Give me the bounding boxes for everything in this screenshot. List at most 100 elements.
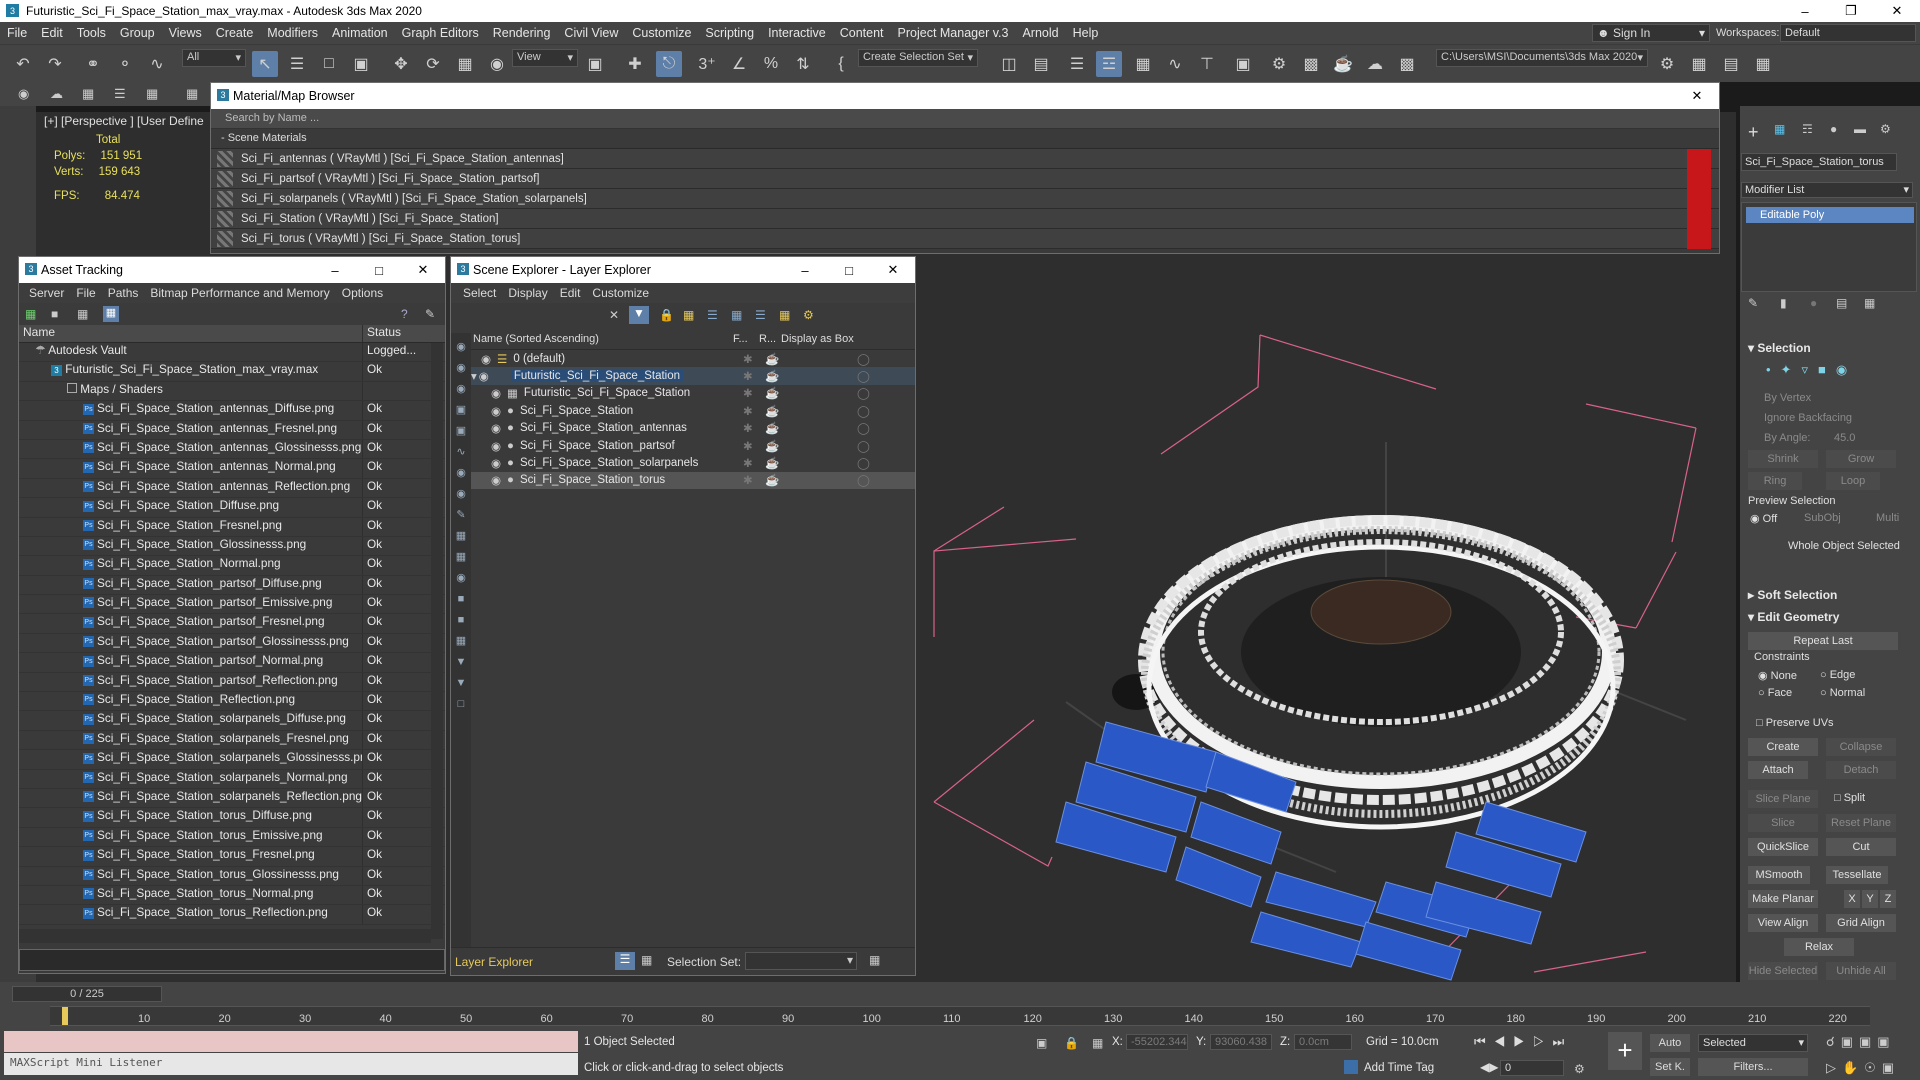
slice-button[interactable]: Slice [1748,814,1818,832]
table-view-icon[interactable]: ▦ [77,307,88,321]
material-row[interactable]: Sci_Fi_partsof ( VRayMtl ) [Sci_Fi_Space… [211,169,1719,189]
col-status-header[interactable]: Status [363,325,423,342]
eye-icon[interactable]: ◉ [491,404,501,418]
repeat-last-button[interactable]: Repeat Last [1748,632,1898,650]
configure-sets-icon[interactable]: ▦ [1864,296,1875,310]
pin-stack-icon[interactable]: ✎ [1748,296,1758,310]
project-settings-icon[interactable]: ▦ [1750,51,1776,77]
ribbon-icon[interactable]: ▦ [1130,51,1156,77]
time-tag-icon[interactable] [1344,1060,1358,1074]
make-planar-button[interactable]: Make Planar [1748,890,1818,908]
hierarchy-icon[interactable]: ▦ [731,308,742,322]
freeze-icon[interactable]: ✱ [743,421,753,435]
table-row[interactable]: 3 Futuristic_Sci_Fi_Space_Station_max_vr… [19,362,445,382]
remove-modifier-icon[interactable]: ▤ [1836,296,1847,310]
grid-icon[interactable]: ▦ [82,86,94,102]
table-row[interactable]: Ps Sci_Fi_Space_Station_partsof_Fresnel.p… [19,614,445,634]
edit-named-selection-icon[interactable]: { [828,51,854,77]
layer-row-main[interactable]: ▾ ◉ Futuristic_Sci_Fi_Space_Station ✱ ☕ … [471,367,915,385]
scene-menu-edit[interactable]: Edit [554,286,587,300]
table-row[interactable]: Ps Sci_Fi_Space_Station_antennas_Diffuse.… [19,401,445,421]
scene-explorer-icon[interactable]: ☲ [1096,51,1122,77]
project-set-icon[interactable]: ▦ [1686,51,1712,77]
eye-icon[interactable]: ◉ [491,456,501,470]
motion-tab-icon[interactable]: ● [1830,122,1837,136]
box-icon[interactable]: ◯ [857,404,870,418]
scene-close-button[interactable]: ✕ [871,257,915,283]
snap-3d-icon[interactable]: 3⁺ [694,51,720,77]
rendered-frame-icon[interactable]: ▩ [1298,51,1324,77]
angle-spinner[interactable]: 45.0 [1834,432,1855,444]
z-coordinate-field[interactable]: 0.0cm [1294,1034,1352,1050]
minimize-button[interactable]: – [1782,0,1828,22]
layer-stack-icon[interactable]: ☰ [755,308,766,322]
link-icon[interactable]: ⚭ [80,51,106,77]
detach-button[interactable]: Detach [1826,761,1896,779]
table-row[interactable]: Ps Sci_Fi_Space_Station_solarpanels_Fresn… [19,730,445,751]
table-row[interactable]: Ps Sci_Fi_Space_Station_Fresnel.png Ok [19,517,445,537]
layer-mode-icon[interactable]: ☰ [615,952,635,970]
material-search-input[interactable]: Search by Name ... [211,109,1719,129]
collapse-button[interactable]: Collapse [1826,738,1896,756]
col-display-box[interactable]: Display as Box [781,333,871,349]
viewport-nav-icons-2[interactable]: ▷✋☉▣ [1826,1060,1900,1076]
rect-selection-icon[interactable]: □ [316,51,342,77]
tree-view-icon[interactable]: ▦ [103,306,119,322]
y-coordinate-field[interactable]: 93060.438 [1210,1034,1272,1050]
material-editor-icon[interactable]: ▣ [1230,51,1256,77]
menu-modifiers[interactable]: Modifiers [260,26,325,40]
select-by-name-icon[interactable]: ☰ [284,51,310,77]
x-coordinate-field[interactable]: -55202.344 [1126,1034,1188,1050]
pivot-icon[interactable]: ▣ [582,51,608,77]
planar-y-button[interactable]: Y [1862,890,1878,908]
freeze-icon[interactable]: ✱ [743,352,753,366]
table-row[interactable]: Ps Sci_Fi_Space_Station_torus_Emissive.pn… [19,827,445,848]
material-row[interactable]: Sci_Fi_torus ( VRayMtl ) [Sci_Fi_Space_S… [211,229,1719,249]
modify-tab-icon[interactable]: ▦ [1774,122,1785,136]
reset-plane-button[interactable]: Reset Plane [1826,814,1896,832]
display-tab-icon[interactable]: ▬ [1854,122,1866,136]
cloud-icon[interactable]: ☁ [50,86,63,102]
menu-animation[interactable]: Animation [325,26,395,40]
selection-set-select[interactable]: ▾ [745,952,857,970]
sign-in-button[interactable]: ☻ Sign In ▾ [1592,24,1710,42]
scene-minimize-button[interactable]: – [783,257,827,283]
viewport-label[interactable]: [+] [Perspective ] [User Define [44,114,204,128]
bind-spacewarp-icon[interactable]: ∿ [144,51,170,77]
scene-maximize-button[interactable]: □ [827,257,871,283]
attach-button[interactable]: Attach [1748,761,1808,779]
constraint-none-radio[interactable]: ◉ None [1758,669,1797,682]
preview-off-radio[interactable]: ◉ Off [1750,512,1777,525]
asset-close-button[interactable]: ✕ [401,257,445,283]
workspace-select[interactable]: Default [1780,24,1916,42]
playback-controls[interactable]: ⏮◀▶▷⏭ [1474,1034,1572,1050]
planar-z-button[interactable]: Z [1880,890,1896,908]
layer-row-default[interactable]: ◉ ☰ 0 (default) ✱ ☕ ◯ [471,350,915,367]
menu-project-manager-v-3[interactable]: Project Manager v.3 [891,26,1016,40]
utilities-tab-icon[interactable]: ⚙ [1880,122,1891,136]
selection-rollout-header[interactable]: ▾ Selection [1748,341,1811,355]
select-object-icon[interactable]: ↖ [252,51,278,77]
menu-help[interactable]: Help [1066,26,1106,40]
msmooth-button[interactable]: MSmooth [1748,866,1810,884]
cut-button[interactable]: Cut [1826,838,1896,856]
material-row[interactable]: Sci_Fi_solarpanels ( VRayMtl ) [Sci_Fi_S… [211,189,1719,209]
place-icon[interactable]: ◉ [484,51,510,77]
soft-selection-header[interactable]: ▸ Soft Selection [1748,588,1837,602]
render-teapot-icon[interactable]: ☕ [765,352,779,366]
ignore-backfacing-checkbox[interactable]: Ignore Backfacing [1764,412,1852,424]
menu-arnold[interactable]: Arnold [1015,26,1065,40]
table-row[interactable]: Ps Sci_Fi_Space_Station_Diffuse.png Ok [19,498,445,518]
align-icon[interactable]: ▤ [1028,51,1054,77]
freeze-icon[interactable]: ✱ [743,369,753,383]
side-filter-icons[interactable]: ◉ ◉ ◉ ▣ ▣ ∿ ◉ ◉ ✎ ▦ ▦ ◉ ■ ■ ▦ ▼ ▼ □ [451,333,471,715]
box-icon[interactable]: ◯ [857,456,870,470]
subobject-level-icons[interactable]: •✦▿■◉ [1766,362,1857,378]
selection-set-manage-icon[interactable]: ▦ [869,953,880,967]
table-row[interactable]: Ps Sci_Fi_Space_Station_antennas_Normal.p… [19,459,445,479]
window-crossing-icon[interactable]: ▣ [348,51,374,77]
menu-views[interactable]: Views [162,26,209,40]
col-frozen[interactable]: F... [733,333,759,349]
table-row[interactable]: Ps Sci_Fi_Space_Station_Glossinesss.png Ok [19,536,445,557]
box-icon[interactable]: ◯ [857,421,870,435]
